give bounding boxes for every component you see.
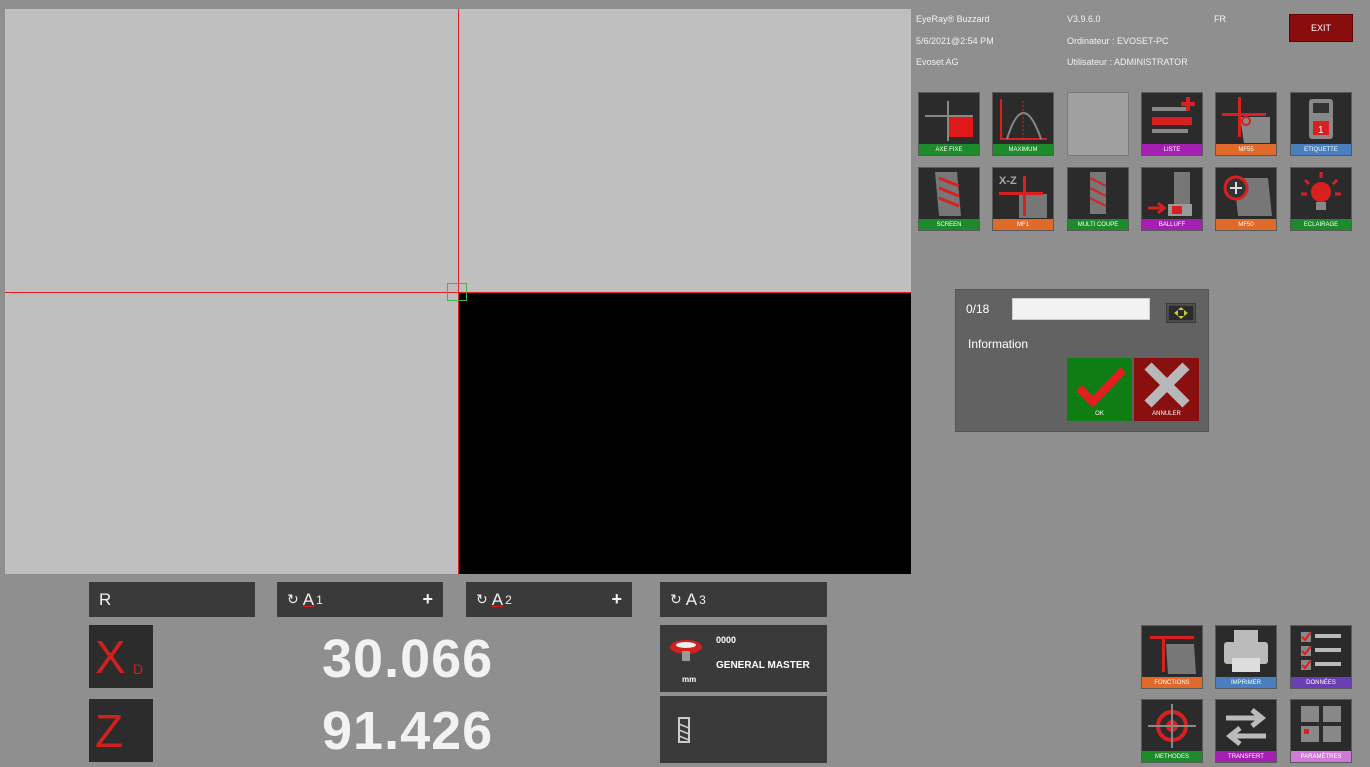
imprimer-button[interactable]: IMPRIMER (1215, 625, 1277, 689)
mf50-icon (1223, 175, 1272, 216)
version: V3.9.6.0 (1067, 14, 1101, 24)
tool-info-panel[interactable]: mm 0000 GENERAL MASTER (660, 625, 827, 692)
screen-button[interactable]: SCREEN (918, 167, 980, 231)
liste-icon (1152, 97, 1195, 133)
user-name: Utilisateur : ADMINISTRATOR (1067, 57, 1188, 67)
mf55-button[interactable]: MF55 (1215, 92, 1277, 156)
dialog-info-label: Information (968, 337, 1029, 351)
etiquette-icon: 1 (1309, 99, 1333, 139)
balluff-button[interactable]: BALLUFF (1141, 167, 1203, 231)
tool-holder-icon (670, 640, 702, 661)
multi-coupe-icon (1089, 172, 1107, 214)
svg-text:1: 1 (1318, 125, 1324, 136)
axis-a1-header[interactable]: ↻ A 1 + (277, 582, 443, 617)
exit-button[interactable]: EXIT (1289, 14, 1353, 42)
mf1-button[interactable]: X-Z MF1 (992, 167, 1054, 231)
parametres-button[interactable]: PARAMÈTRES (1290, 699, 1352, 763)
axis-x-label: XD (89, 625, 153, 688)
transfert-icon (1225, 708, 1267, 746)
axis-r-header[interactable]: R (89, 582, 255, 617)
add-icon[interactable]: + (422, 589, 433, 610)
ok-button[interactable]: OK (1067, 358, 1132, 421)
drill-icon (678, 717, 690, 743)
maximum-icon (1000, 99, 1047, 140)
rotate-icon: ↻ (287, 591, 299, 607)
printer-icon (1224, 630, 1268, 672)
eclairage-icon (1301, 172, 1341, 210)
z-value: 91.426 (322, 701, 494, 761)
parametres-icon (1301, 706, 1341, 742)
axe-fixe-button[interactable]: AXE FIXE (918, 92, 980, 156)
empty-tool-slot (1067, 92, 1129, 156)
rotate-icon: ↻ (476, 591, 488, 607)
transfert-button[interactable]: TRANSFERT (1215, 699, 1277, 763)
methodes-button[interactable]: METHODES (1141, 699, 1203, 763)
rotate-icon: ↻ (670, 591, 682, 607)
fonctions-icon (1150, 636, 1196, 674)
tool-secondary-panel[interactable] (660, 696, 827, 763)
liste-button[interactable]: LISTE (1141, 92, 1203, 156)
company-name: Evoset AG (916, 57, 959, 67)
mf55-icon (1222, 97, 1270, 143)
screen-icon (935, 172, 961, 216)
balluff-icon (1148, 172, 1192, 216)
axis-a2-header[interactable]: ↻ A 2 + (466, 582, 632, 617)
language-selector[interactable]: FR (1214, 14, 1226, 24)
computer-name: Ordinateur : EVOSET-PC (1067, 36, 1169, 46)
expand-icon (1167, 304, 1195, 322)
dialog-counter: 0/18 (966, 302, 990, 316)
target-marker (447, 283, 467, 301)
dialog-input[interactable] (1012, 298, 1150, 320)
svg-text:X-Z: X-Z (999, 175, 1017, 187)
donnees-icon (1301, 631, 1341, 670)
mf1-icon: X-Z (999, 175, 1047, 218)
axe-fixe-icon (925, 101, 973, 141)
multi-coupe-button[interactable]: MULTI COUPE (1067, 167, 1129, 231)
camera-image-dark-region (458, 293, 911, 574)
donnees-button[interactable]: DONNÉES (1290, 625, 1352, 689)
datetime: 5/6/2021@2:54 PM (916, 36, 994, 46)
methodes-icon (1148, 704, 1196, 748)
cancel-button[interactable]: ANNULER (1134, 358, 1199, 421)
maximum-button[interactable]: MAXIMUM (992, 92, 1054, 156)
x-value: 30.066 (322, 629, 494, 689)
add-icon[interactable]: + (611, 589, 622, 610)
eclairage-button[interactable]: ECLAIRAGE (1290, 167, 1352, 231)
axis-z-label: Z (89, 699, 153, 762)
axis-a3-header[interactable]: ↻ A 3 (660, 582, 827, 617)
etiquette-button[interactable]: 1 ETIQUETTE (1290, 92, 1352, 156)
mf50-button[interactable]: MF50 (1215, 167, 1277, 231)
fonctions-button[interactable]: FONCTIONS (1141, 625, 1203, 689)
expand-button[interactable] (1166, 303, 1196, 323)
app-name: EyeRay® Buzzard (916, 14, 990, 24)
